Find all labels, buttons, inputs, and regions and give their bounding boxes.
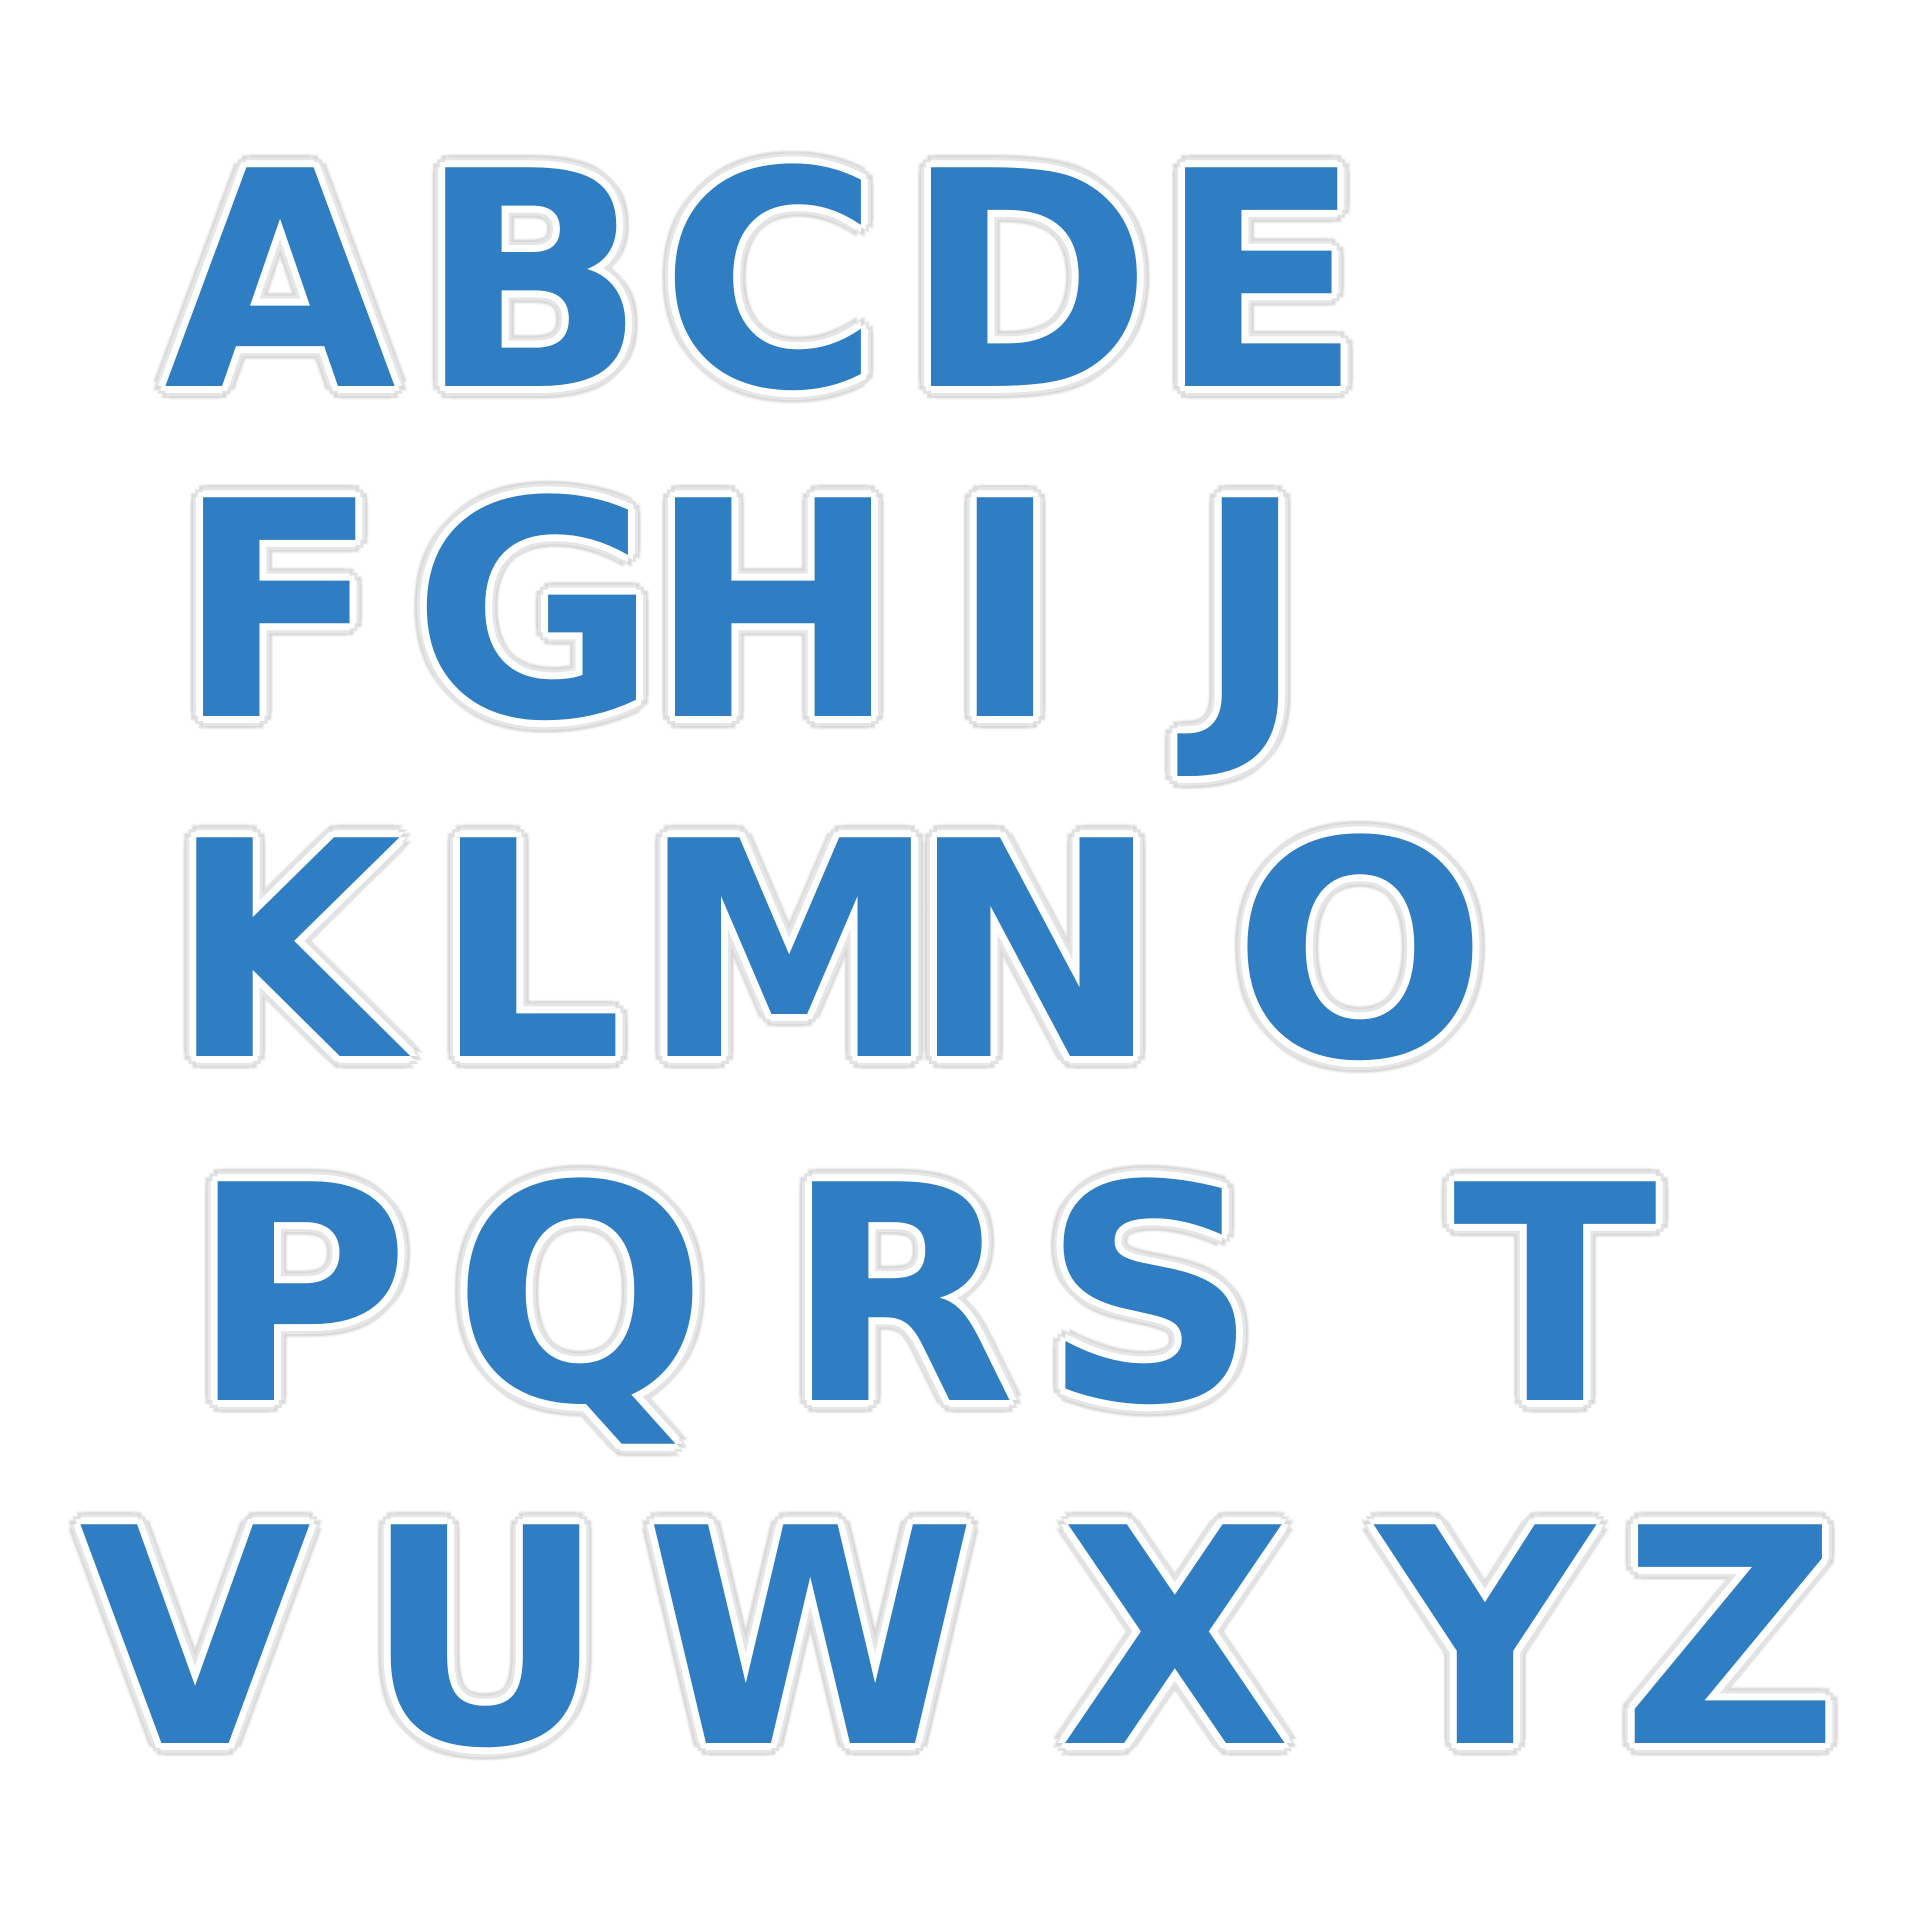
patch-letter: R: [783, 1122, 1017, 1471]
patch-row-4: P Q R S T: [0, 1122, 1920, 1471]
letter-patch-b: B: [402, 108, 662, 457]
letter-patch-k: K: [155, 778, 415, 1127]
patch-letter: L: [431, 778, 625, 1127]
patch-letter: U: [362, 1465, 609, 1814]
letter-patch-f: F: [148, 438, 408, 787]
letter-patch-d: D: [898, 108, 1158, 457]
letter-patch-u: U: [355, 1465, 615, 1814]
letter-patch-n: N: [905, 778, 1165, 1127]
letter-patch-e: E: [1130, 108, 1390, 457]
letter-patch-t: T: [1425, 1122, 1685, 1471]
patch-row-1: A B C D E: [0, 108, 1920, 457]
patch-letter: W: [644, 1465, 978, 1814]
letter-patch-l: L: [398, 778, 658, 1127]
patch-letter: J: [1193, 438, 1308, 787]
patch-letter: A: [162, 108, 397, 457]
letter-patch-y: Y: [1355, 1465, 1615, 1814]
letter-patch-o: O: [1230, 778, 1490, 1127]
alphabet-patch-sheet: A B C D E F G H I J K L M N O P Q R S T …: [0, 0, 1920, 1920]
letter-patch-j: J: [1120, 438, 1380, 787]
patch-letter: C: [658, 108, 881, 457]
patch-letter: I: [948, 438, 1063, 787]
patch-letter: O: [1231, 778, 1489, 1127]
patch-row-2: F G H I J: [0, 438, 1920, 787]
patch-letter: D: [902, 108, 1154, 457]
patch-row-5: V U W X Y Z: [0, 1465, 1920, 1814]
patch-letter: B: [416, 108, 648, 457]
letter-patch-x: X: [1045, 1465, 1305, 1814]
patch-row-3: K L M N O: [0, 778, 1920, 1127]
patch-letter: M: [639, 778, 941, 1127]
letter-patch-i: I: [875, 438, 1135, 787]
letter-patch-z: Z: [1600, 1465, 1860, 1814]
patch-letter: E: [1156, 108, 1364, 457]
patch-letter: F: [174, 438, 382, 787]
patch-letter: V: [77, 1465, 312, 1814]
letter-patch-h: H: [643, 438, 903, 787]
letter-patch-w: W: [644, 1465, 978, 1814]
letter-patch-s: S: [1020, 1122, 1280, 1471]
letter-patch-v: V: [65, 1465, 325, 1814]
letter-patch-a: A: [150, 108, 410, 457]
letter-patch-c: C: [640, 108, 900, 457]
patch-letter: P: [189, 1122, 412, 1471]
letter-patch-q: Q: [450, 1122, 710, 1471]
letter-patch-p: P: [170, 1122, 430, 1471]
patch-letter: Z: [1620, 1465, 1841, 1814]
letter-patch-r: R: [770, 1122, 1030, 1471]
patch-letter: S: [1040, 1122, 1259, 1471]
patch-letter: G: [410, 438, 659, 787]
patch-letter: Q: [451, 1122, 709, 1471]
patch-letter: T: [1451, 1122, 1659, 1471]
patch-letter: H: [646, 438, 900, 787]
patch-letter: N: [908, 778, 1162, 1127]
patch-letter: K: [167, 778, 402, 1127]
letter-patch-m: M: [639, 778, 941, 1127]
patch-letter: Y: [1375, 1465, 1595, 1814]
patch-letter: X: [1058, 1465, 1292, 1814]
letter-patch-g: G: [405, 438, 665, 787]
